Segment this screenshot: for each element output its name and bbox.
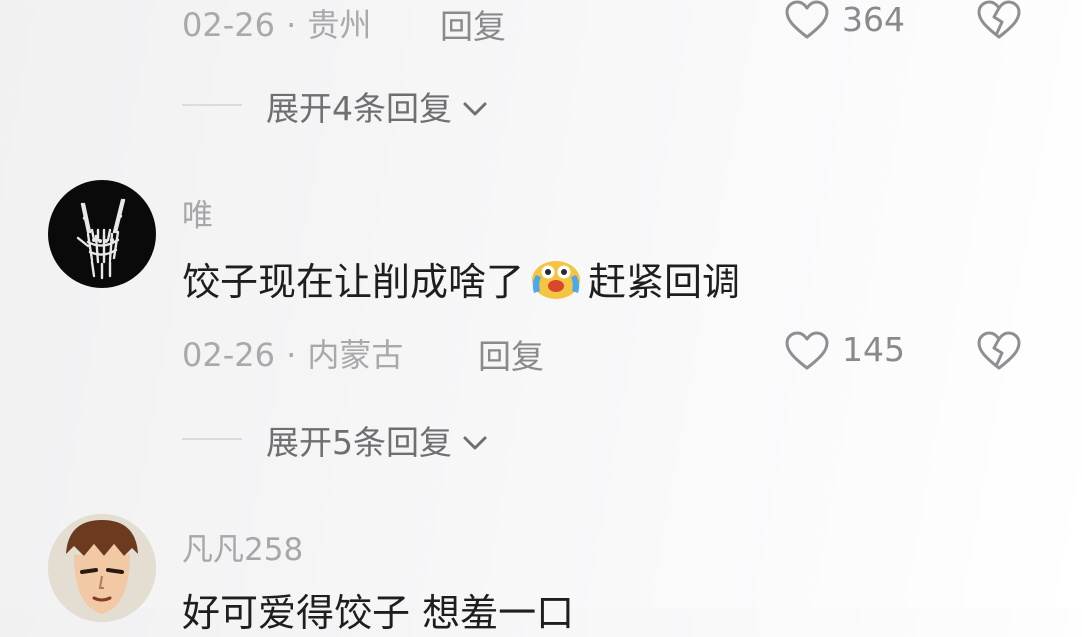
comment-text-part: 赶紧回调 — [588, 259, 741, 304]
expand-replies-button[interactable]: 展开5条回复 — [266, 418, 488, 462]
chevron-down-icon — [462, 421, 488, 460]
avatar[interactable] — [48, 180, 156, 288]
chevron-down-icon — [462, 87, 488, 126]
comment-date: 02-26 — [182, 6, 275, 44]
comment-text-part: 饺子现在让削成啥了 — [182, 259, 525, 304]
meta-separator: · — [286, 336, 297, 374]
heart-outline-icon[interactable] — [784, 0, 832, 40]
broken-heart-icon[interactable] — [976, 331, 1024, 371]
like-count: 145 — [842, 330, 905, 369]
expand-replies-label: 展开5条回复 — [266, 423, 452, 462]
comment-location: 贵州 — [307, 6, 372, 44]
heart-outline-icon[interactable] — [784, 331, 832, 371]
comment-location: 内蒙古 — [307, 336, 404, 374]
expand-divider — [182, 104, 242, 106]
avatar[interactable] — [48, 514, 156, 622]
laughing-crying-emoji-icon — [528, 255, 584, 301]
comment-date: 02-26 — [182, 336, 275, 374]
expand-replies-label: 展开4条回复 — [266, 89, 452, 128]
cartoon-face-icon — [48, 514, 156, 622]
comment-body: 好可爱得饺子 想羞一口 — [182, 591, 575, 635]
reply-button[interactable]: 回复 — [478, 330, 544, 378]
comment-username[interactable]: 凡凡258 — [182, 524, 303, 569]
expand-replies-button[interactable]: 展开4条回复 — [266, 84, 488, 128]
meta-separator: · — [286, 6, 297, 44]
rock-hand-icon — [76, 198, 126, 280]
comment-body: 饺子现在让削成啥了 赶紧回调 — [182, 252, 740, 304]
comment-meta: 02-26 · 内蒙古 — [182, 330, 403, 374]
expand-divider — [182, 438, 242, 440]
comment-username[interactable]: 唯 — [182, 190, 213, 235]
reply-button[interactable]: 回复 — [440, 0, 506, 48]
broken-heart-icon[interactable] — [976, 0, 1024, 40]
comment-top-meta: 02-26 · 贵州 — [182, 0, 371, 44]
like-count: 364 — [842, 0, 905, 39]
